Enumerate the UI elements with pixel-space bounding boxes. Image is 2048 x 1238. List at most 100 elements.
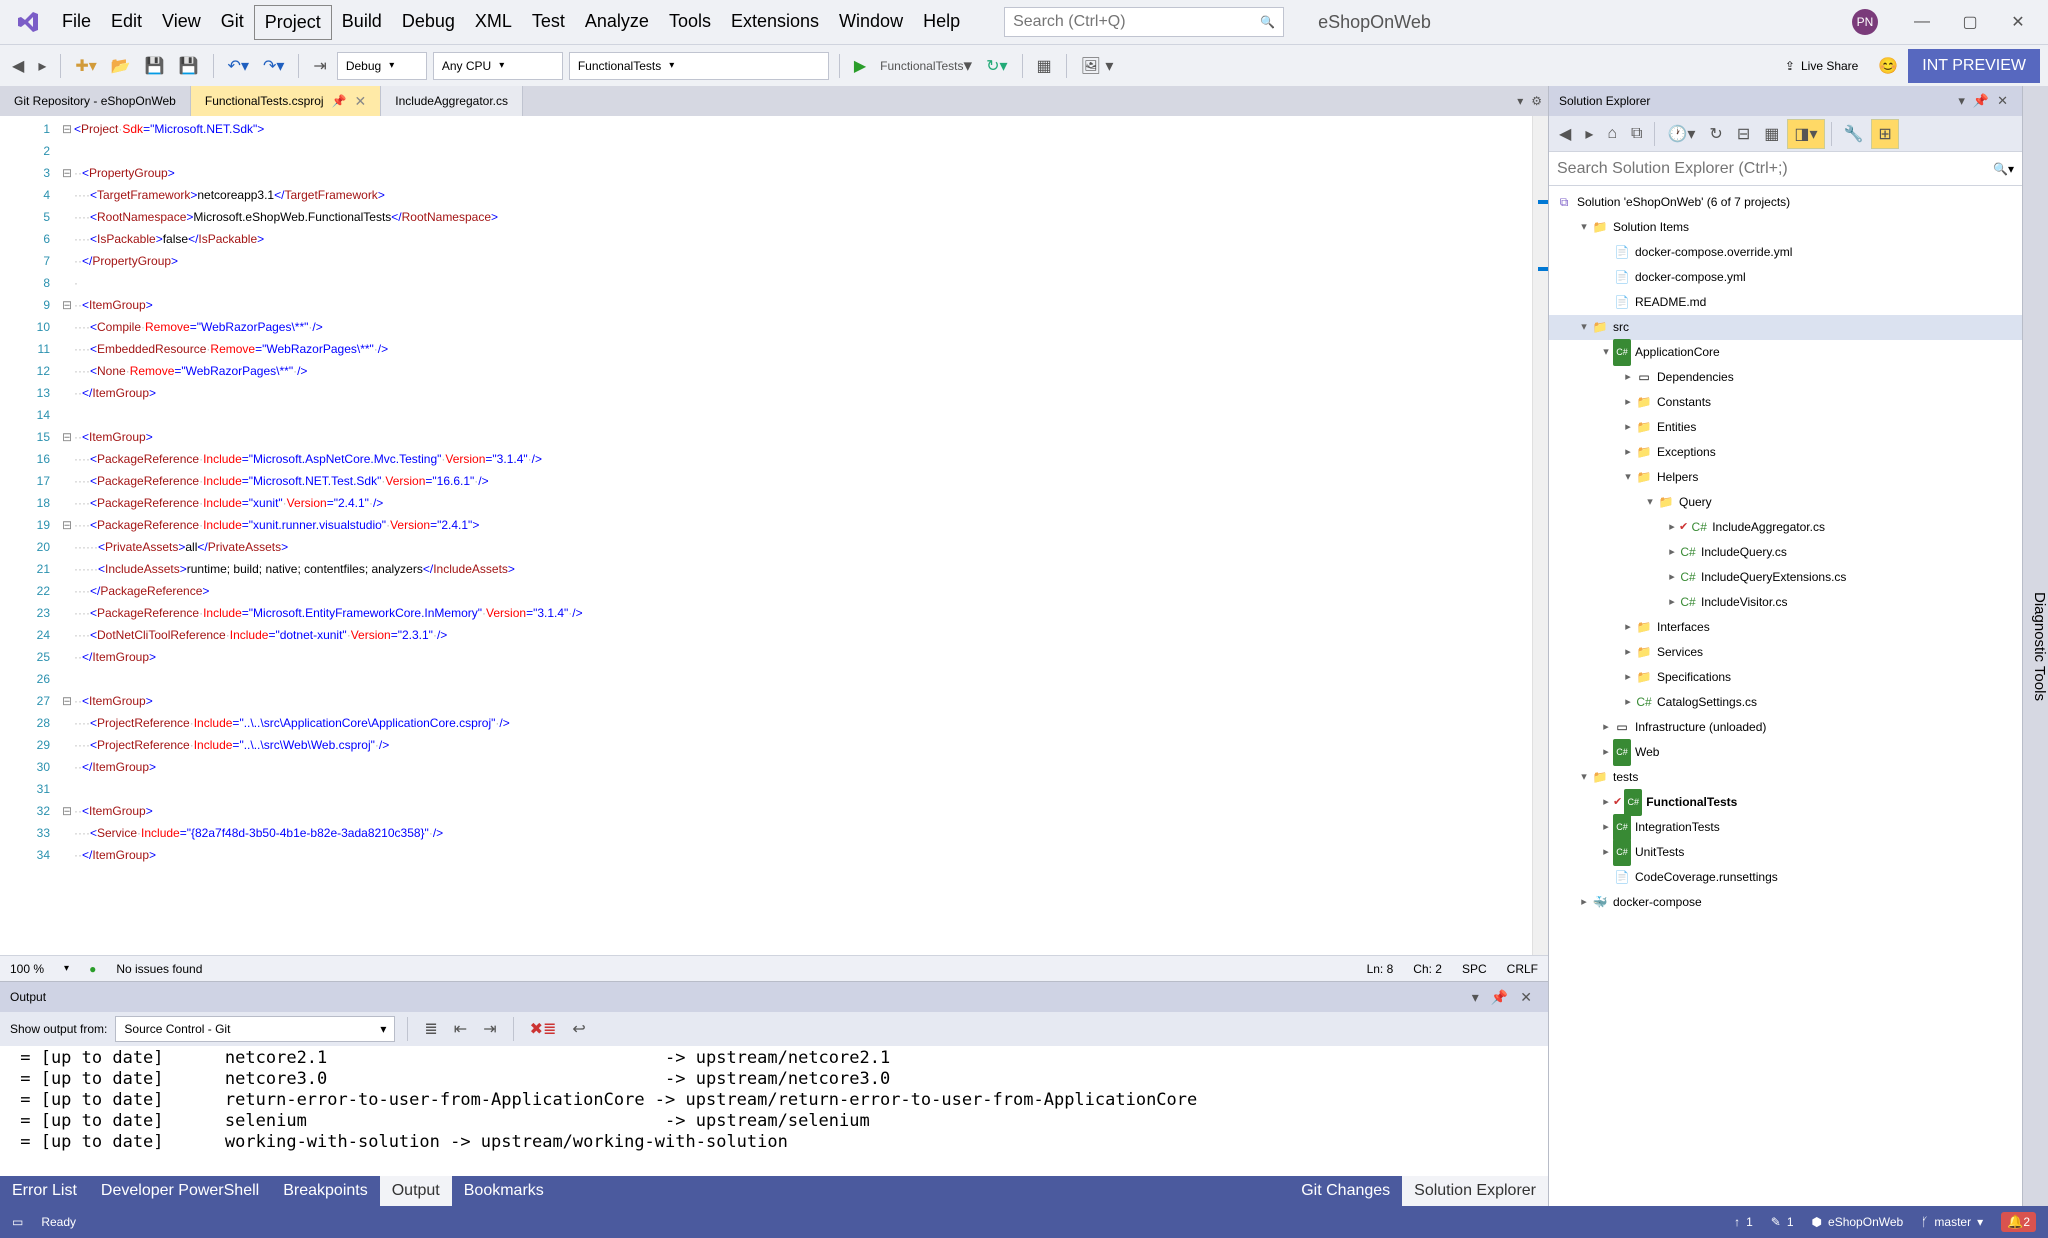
save-icon[interactable]: 💾 (141, 52, 169, 80)
tree-twisty[interactable]: ▸ (1621, 440, 1635, 465)
user-avatar[interactable]: PN (1852, 9, 1878, 35)
zoom-level[interactable]: 100 % (10, 962, 44, 976)
menu-xml[interactable]: XML (465, 5, 522, 40)
redo-icon[interactable]: ↷▾ (259, 52, 288, 80)
menu-help[interactable]: Help (913, 5, 970, 40)
tree-item-codecoverage-runsettings[interactable]: 📄CodeCoverage.runsettings (1549, 865, 2022, 890)
tool-icon-2[interactable]: 🖼 ▾ (1077, 52, 1118, 80)
sol-fwd-icon[interactable]: ▸ (1579, 120, 1599, 148)
sol-home-icon[interactable]: ⌂ (1601, 121, 1623, 147)
search-box[interactable]: 🔍 (1004, 7, 1284, 37)
platform-dropdown[interactable]: Any CPU▾ (433, 52, 563, 80)
refresh-icon[interactable]: ↻▾ (982, 52, 1011, 80)
menu-extensions[interactable]: Extensions (721, 5, 829, 40)
notification-badge[interactable]: 🔔2 (2001, 1212, 2036, 1232)
sol-sync-icon[interactable]: 🕐▾ (1661, 120, 1701, 148)
solution-search-input[interactable] (1557, 160, 1993, 178)
menu-view[interactable]: View (152, 5, 211, 40)
tree-twisty[interactable]: ▸ (1599, 815, 1613, 840)
sol-collapse-icon[interactable]: ⊟ (1731, 120, 1756, 148)
tree-item-interfaces[interactable]: ▸📁Interfaces (1549, 615, 2022, 640)
tree-item-constants[interactable]: ▸📁Constants (1549, 390, 2022, 415)
solution-root[interactable]: ⧉Solution 'eShopOnWeb' (6 of 7 projects) (1549, 190, 2022, 215)
menu-test[interactable]: Test (522, 5, 575, 40)
issues-label[interactable]: No issues found (116, 962, 202, 976)
status-branch[interactable]: ᚶmaster ▾ (1921, 1215, 1983, 1229)
tree-item-includequeryextensions-cs[interactable]: ▸C#IncludeQueryExtensions.cs (1549, 565, 2022, 590)
menu-window[interactable]: Window (829, 5, 913, 40)
output-text[interactable]: = [up to date] netcore2.1 -> upstream/ne… (0, 1046, 1548, 1176)
sol-preview-icon[interactable]: ◨▾ (1787, 119, 1824, 149)
tree-item-infrastructure-unloaded-[interactable]: ▸▭Infrastructure (unloaded) (1549, 715, 2022, 740)
tree-item-services[interactable]: ▸📁Services (1549, 640, 2022, 665)
undo-icon[interactable]: ↶▾ (224, 52, 253, 80)
tree-item-unittests[interactable]: ▸C#UnitTests (1549, 840, 2022, 865)
status-push[interactable]: ↑ 1 (1734, 1215, 1753, 1229)
menu-tools[interactable]: Tools (659, 5, 721, 40)
tree-twisty[interactable]: ▸ (1621, 365, 1635, 390)
tree-twisty[interactable]: ▸ (1599, 840, 1613, 865)
tree-item-solution-items[interactable]: ▾📁Solution Items (1549, 215, 2022, 240)
menu-build[interactable]: Build (332, 5, 392, 40)
tree-item-includequery-cs[interactable]: ▸C#IncludeQuery.cs (1549, 540, 2022, 565)
tree-twisty[interactable]: ▾ (1621, 465, 1635, 490)
sol-refresh-icon[interactable]: ↻ (1703, 120, 1728, 148)
tree-item-dependencies[interactable]: ▸▭Dependencies (1549, 365, 2022, 390)
close-button[interactable]: ✕ (1996, 0, 2040, 44)
menu-analyze[interactable]: Analyze (575, 5, 659, 40)
output-pin-icon[interactable]: 📌 (1485, 989, 1514, 1006)
bottom-tab-error-list[interactable]: Error List (0, 1176, 89, 1206)
tree-twisty[interactable]: ▾ (1577, 215, 1591, 240)
save-all-icon[interactable]: 💾 (175, 52, 203, 80)
output-tool-3[interactable]: ⇥ (479, 1015, 500, 1043)
back-icon[interactable]: ◀ (8, 52, 28, 80)
status-pending[interactable]: ✎ 1 (1771, 1215, 1794, 1229)
tab-functionaltests-csproj[interactable]: FunctionalTests.csproj📌✕ (191, 86, 381, 116)
bottom-tab-output[interactable]: Output (380, 1176, 452, 1206)
forward-icon[interactable]: ▸ (34, 52, 50, 80)
sol-properties-icon[interactable]: 🔧 (1838, 120, 1870, 148)
bottom-tab-developer-powershell[interactable]: Developer PowerShell (89, 1176, 271, 1206)
tree-twisty[interactable]: ▸ (1665, 565, 1679, 590)
sol-back-icon[interactable]: ◀ (1553, 120, 1577, 148)
tree-item-src[interactable]: ▾📁src (1549, 315, 2022, 340)
play-icon[interactable]: ▶ (850, 52, 870, 80)
tree-twisty[interactable]: ▸ (1599, 790, 1613, 815)
feedback-icon[interactable]: 😊 (1874, 52, 1902, 80)
tree-item-web[interactable]: ▸C#Web (1549, 740, 2022, 765)
sol-switch-icon[interactable]: ⧉ (1625, 121, 1648, 147)
code-editor[interactable]: 1234567891011121314151617181920212223242… (0, 116, 1548, 955)
menu-git[interactable]: Git (211, 5, 254, 40)
menu-file[interactable]: File (52, 5, 101, 40)
live-share-button[interactable]: ⇪Live Share (1775, 55, 1868, 77)
tree-twisty[interactable]: ▸ (1621, 640, 1635, 665)
tab-settings-icon[interactable]: ⚙ (1531, 94, 1542, 108)
tree-item-helpers[interactable]: ▾📁Helpers (1549, 465, 2022, 490)
tree-item-catalogsettings-cs[interactable]: ▸C#CatalogSettings.cs (1549, 690, 2022, 715)
tree-twisty[interactable]: ▸ (1599, 715, 1613, 740)
tree-twisty[interactable]: ▸ (1599, 740, 1613, 765)
tree-twisty[interactable]: ▸ (1621, 615, 1635, 640)
new-project-icon[interactable]: ✚▾ (71, 52, 100, 80)
open-icon[interactable]: 📂 (107, 52, 135, 80)
tree-item-tests[interactable]: ▾📁tests (1549, 765, 2022, 790)
menu-debug[interactable]: Debug (392, 5, 465, 40)
tab-overflow-icon[interactable]: ▾ (1517, 94, 1523, 108)
output-source-dropdown[interactable]: Source Control - Git▾ (115, 1016, 395, 1042)
step-icon[interactable]: ⇥ (309, 52, 330, 80)
menu-edit[interactable]: Edit (101, 5, 152, 40)
tree-item-entities[interactable]: ▸📁Entities (1549, 415, 2022, 440)
output-tool-2[interactable]: ⇤ (450, 1015, 471, 1043)
int-preview-badge[interactable]: INT PREVIEW (1908, 49, 2040, 83)
minimize-button[interactable]: — (1900, 0, 1944, 44)
output-wrap-icon[interactable]: ↩ (568, 1015, 589, 1043)
bottom-tab-bookmarks[interactable]: Bookmarks (452, 1176, 556, 1206)
tool-icon-1[interactable]: ▦ (1033, 52, 1056, 80)
output-clear-icon[interactable]: ✖≣ (526, 1015, 561, 1043)
tree-twisty[interactable]: ▸ (1621, 415, 1635, 440)
tree-item-docker-compose-override-yml[interactable]: 📄docker-compose.override.yml (1549, 240, 2022, 265)
close-icon[interactable]: ✕ (355, 93, 367, 110)
tree-item-specifications[interactable]: ▸📁Specifications (1549, 665, 2022, 690)
tree-item-docker-compose-yml[interactable]: 📄docker-compose.yml (1549, 265, 2022, 290)
right-tab-solution-explorer[interactable]: Solution Explorer (1402, 1176, 1548, 1206)
